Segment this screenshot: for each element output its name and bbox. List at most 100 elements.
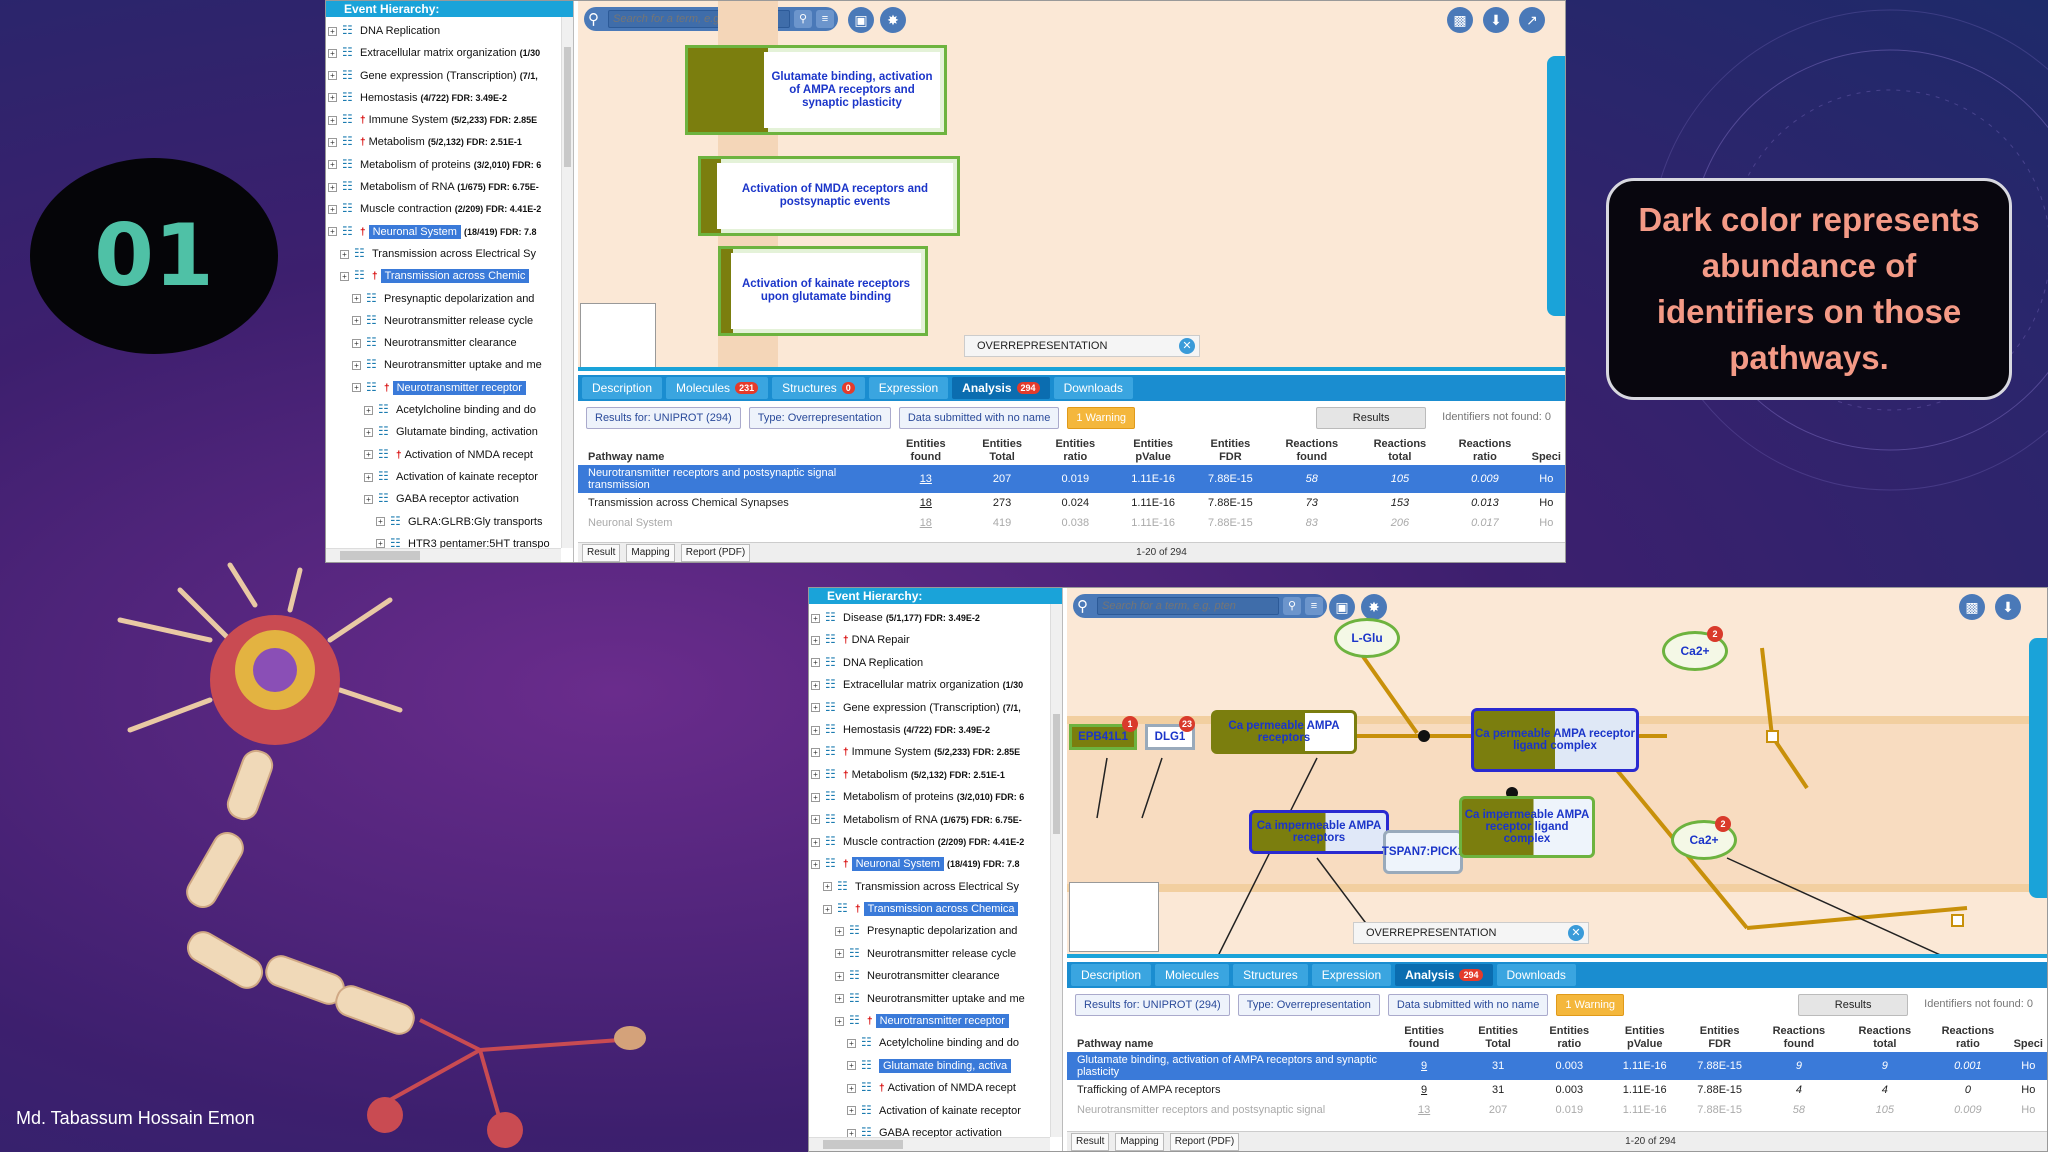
- tree-item[interactable]: + ☷ Extracellular matrix organization (1/3…: [326, 41, 573, 63]
- tab-expression[interactable]: Expression: [1311, 964, 1392, 986]
- hierarchy-scrollbar[interactable]: [561, 17, 573, 548]
- tree-item[interactable]: + ☷ Muscle contraction (2/209) FDR: 4.41E-…: [809, 830, 1062, 852]
- warning-chip[interactable]: 1 Warning: [1556, 994, 1625, 1016]
- tree-item[interactable]: + ☷ Activation of kainate receptor: [326, 465, 573, 487]
- table-row[interactable]: Neuronal System 18 419 0.038 1.11E-16 7.88E-1…: [578, 513, 1565, 533]
- cell-found[interactable]: 18: [887, 513, 966, 533]
- settings-icon[interactable]: ✸: [1361, 594, 1387, 620]
- expand-icon[interactable]: +: [376, 517, 385, 527]
- column-header[interactable]: Entities ratio: [1039, 435, 1111, 465]
- tree-item[interactable]: + ☷ Transmission across Electrical Sy: [326, 242, 573, 264]
- expand-icon[interactable]: +: [328, 204, 337, 214]
- column-header[interactable]: Reactions ratio: [1926, 1022, 2009, 1052]
- tab-downloads[interactable]: Downloads: [1496, 964, 1576, 986]
- tree-item[interactable]: + ☷ Gene expression (Transcription) (7/1,: [326, 64, 573, 86]
- column-header[interactable]: Entities pValue: [1605, 1022, 1685, 1052]
- tab-structures[interactable]: Structures 0: [772, 377, 865, 399]
- column-header[interactable]: Entities ratio: [1534, 1022, 1605, 1052]
- tree-item[interactable]: + ☷ † Metabolism (5/2,132) FDR: 2.51E-1: [809, 763, 1062, 785]
- expand-icon[interactable]: +: [847, 1083, 856, 1093]
- column-header[interactable]: Speci: [1528, 435, 1565, 465]
- results-for-select[interactable]: Results for: UNIPROT (294): [586, 407, 741, 429]
- expand-icon[interactable]: +: [835, 949, 844, 959]
- tab-molecules[interactable]: Molecules: [1155, 964, 1230, 986]
- expand-icon[interactable]: +: [811, 837, 820, 847]
- column-header[interactable]: Entities Total: [965, 435, 1039, 465]
- expand-icon[interactable]: +: [811, 725, 820, 735]
- expand-icon[interactable]: +: [328, 48, 337, 58]
- expand-icon[interactable]: +: [823, 882, 832, 892]
- results-tab[interactable]: Results: [1798, 994, 1909, 1016]
- tab-molecules[interactable]: Molecules 231: [666, 377, 769, 399]
- expand-icon[interactable]: +: [328, 26, 337, 36]
- expand-icon[interactable]: +: [364, 494, 373, 504]
- complex-tspan7-pick1[interactable]: TSPAN7:PICK1: [1382, 830, 1464, 874]
- expand-icon[interactable]: +: [811, 680, 820, 690]
- search-input[interactable]: [1097, 597, 1279, 615]
- result-button[interactable]: Result: [582, 543, 621, 562]
- expand-icon[interactable]: +: [340, 249, 349, 259]
- type-chip[interactable]: Type: Overrepresentation: [748, 407, 891, 429]
- tree-item[interactable]: + ☷ GABA receptor activation: [326, 487, 573, 509]
- column-header[interactable]: Entities found: [1386, 1022, 1462, 1052]
- submitted-chip[interactable]: Data submitted with no name: [898, 407, 1060, 429]
- tree-item[interactable]: + ☷ † Immune System (5/2,233) FDR: 2.85E: [326, 108, 573, 130]
- expand-icon[interactable]: +: [811, 635, 820, 645]
- not-found-tab[interactable]: Identifiers not found: 0: [1916, 994, 2041, 1016]
- close-overlay-icon[interactable]: ✕: [1568, 925, 1584, 941]
- fit-view-icon[interactable]: ▣: [1329, 594, 1355, 620]
- complex-ampa-ligand[interactable]: Ca permeable AMPA receptor ligand comple…: [1471, 708, 1639, 772]
- column-header[interactable]: Entities pValue: [1112, 435, 1195, 465]
- tree-item[interactable]: + ☷ Neurotransmitter clearance: [326, 331, 573, 353]
- expand-icon[interactable]: +: [811, 658, 820, 668]
- tree-item[interactable]: + ☷ Disease (5/1,177) FDR: 3.49E-2: [809, 606, 1062, 628]
- cell-found[interactable]: 9: [1386, 1080, 1462, 1100]
- expand-icon[interactable]: +: [823, 904, 832, 914]
- tree-item[interactable]: + ☷ † Neuronal System (18/419) FDR: 7.8: [326, 220, 573, 242]
- complex-ca-permeable-ampa[interactable]: Ca permeable AMPA receptors: [1211, 710, 1357, 754]
- tree-item[interactable]: + ☷ DNA Replication: [809, 651, 1062, 673]
- warning-chip[interactable]: 1 Warning: [1067, 407, 1136, 429]
- complex-ca-impermeable-ampa[interactable]: Ca impermeable AMPA receptors: [1249, 810, 1389, 854]
- mapping-button[interactable]: Mapping: [626, 543, 675, 562]
- expand-icon[interactable]: +: [835, 1016, 844, 1026]
- expand-icon[interactable]: +: [835, 927, 844, 937]
- results-tab[interactable]: Results: [1316, 407, 1427, 429]
- expand-icon[interactable]: +: [352, 316, 361, 326]
- image-export-icon[interactable]: ▩: [1959, 594, 1985, 620]
- reaction-diagram[interactable]: ⚲ ⚲ ≡ ▣ ✸ ▩ ⬇ L-Glu Ca2+ 2 Ca2+ 2 EPB41L…: [1067, 588, 2047, 958]
- tab-downloads[interactable]: Downloads: [1053, 377, 1133, 399]
- tree-item[interactable]: + ☷ Activation of kainate receptor: [809, 1099, 1062, 1121]
- tree-item[interactable]: + ☷ † Neuronal System (18/419) FDR: 7.8: [809, 852, 1062, 874]
- tree-item[interactable]: + ☷ † Immune System (5/2,233) FDR: 2.85E: [809, 740, 1062, 762]
- close-overlay-icon[interactable]: ✕: [1179, 338, 1195, 354]
- table-row[interactable]: Glutamate binding, activation of AMPA re…: [1067, 1052, 2047, 1080]
- expand-icon[interactable]: +: [352, 383, 361, 393]
- hierarchy-hscrollbar[interactable]: [326, 548, 561, 562]
- tree-item[interactable]: + ☷ DNA Replication: [326, 19, 573, 41]
- cell-found[interactable]: 9: [1385, 1052, 1463, 1080]
- column-header[interactable]: Reactions total: [1843, 1022, 1926, 1052]
- tab-analysis[interactable]: Analysis 294: [1395, 964, 1493, 986]
- table-row[interactable]: Neurotransmitter receptors and postsynap…: [1067, 1100, 2047, 1120]
- tree-item[interactable]: + ☷ Glutamate binding, activa: [809, 1054, 1062, 1076]
- tree-item[interactable]: + ☷ Metabolism of proteins (3/2,010) FDR: …: [326, 153, 573, 175]
- tree-item[interactable]: + ☷ Glutamate binding, activation: [326, 420, 573, 442]
- tree-item[interactable]: + ☷ Extracellular matrix organization (1/3…: [809, 673, 1062, 695]
- tab-description[interactable]: Description: [1071, 964, 1152, 986]
- report-button[interactable]: Report (PDF): [1169, 1132, 1240, 1151]
- expand-icon[interactable]: +: [364, 405, 373, 415]
- tree-item[interactable]: + ☷ Neurotransmitter release cycle: [326, 309, 573, 331]
- tab-description[interactable]: Description: [582, 377, 663, 399]
- expand-icon[interactable]: +: [328, 182, 337, 192]
- expand-icon[interactable]: +: [328, 160, 337, 170]
- table-row[interactable]: Transmission across Chemical Synapses 18 2…: [578, 493, 1565, 513]
- pathway-node-ampa[interactable]: Glutamate binding, activation of AMPA re…: [685, 45, 947, 135]
- tree-item[interactable]: + ☷ Gene expression (Transcription) (7/1,: [809, 696, 1062, 718]
- complex-impermeable-ligand[interactable]: Ca impermeable AMPA receptor ligand comp…: [1459, 796, 1595, 858]
- expand-icon[interactable]: +: [811, 770, 820, 780]
- tree-item[interactable]: + ☷ Neurotransmitter uptake and me: [326, 353, 573, 375]
- results-for-select[interactable]: Results for: UNIPROT (294): [1075, 994, 1230, 1016]
- type-chip[interactable]: Type: Overrepresentation: [1237, 994, 1380, 1016]
- tree-item[interactable]: + ☷ † Neurotransmitter receptor: [809, 1009, 1062, 1031]
